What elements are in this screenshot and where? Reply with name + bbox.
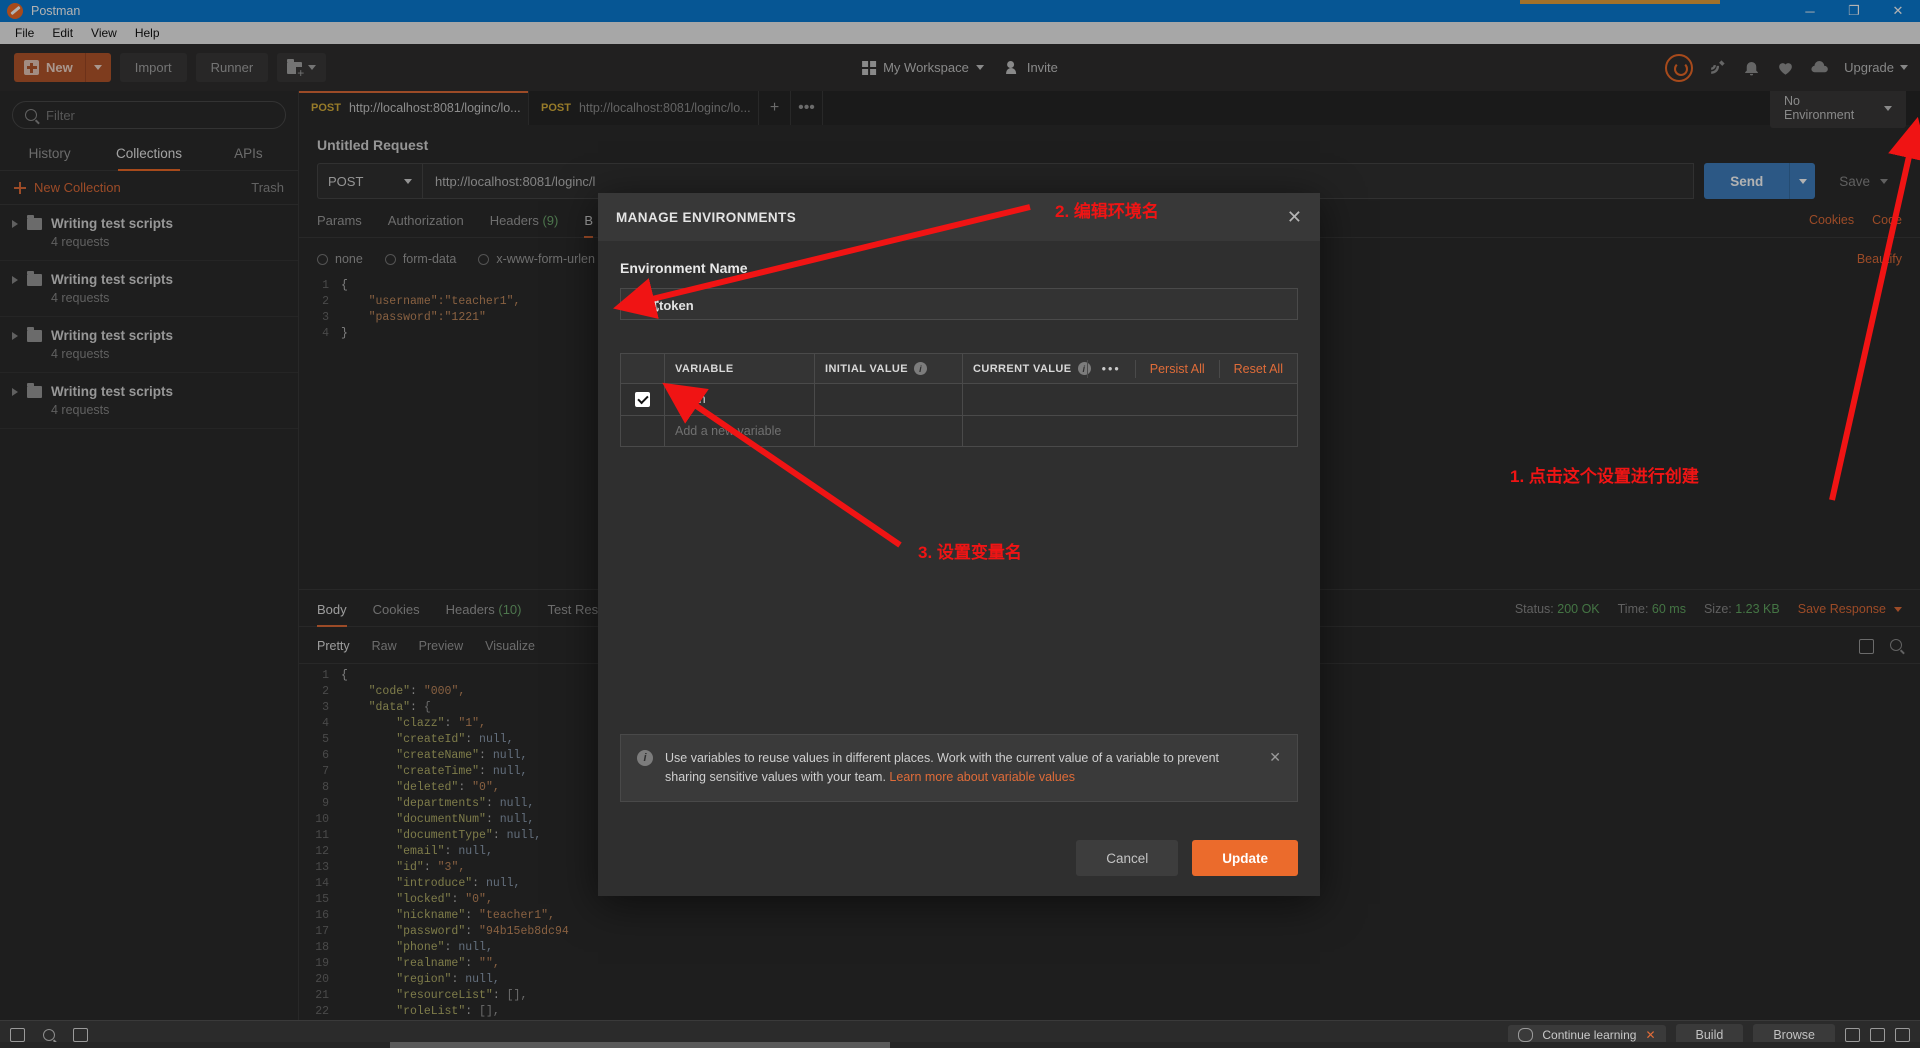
cancel-button[interactable]: Cancel (1076, 840, 1179, 876)
variable-name[interactable]: token (675, 392, 706, 406)
continue-learning-label: Continue learning (1542, 1027, 1637, 1042)
annotation-1: 1. 点击这个设置进行创建 (1510, 467, 1699, 486)
sidebar-toggle-icon[interactable] (10, 1027, 25, 1042)
column-variable: VARIABLE (665, 354, 815, 383)
info-banner: i Use variables to reuse values in diffe… (620, 734, 1298, 802)
column-current-value-label: CURRENT VALUE (973, 362, 1072, 375)
close-icon[interactable]: ✕ (1269, 749, 1281, 766)
table-row[interactable]: Add a new variable (621, 416, 1297, 447)
info-icon[interactable]: i (914, 362, 928, 375)
fullscreen-icon[interactable] (1895, 1027, 1910, 1042)
table-header-row: VARIABLE INITIAL VALUE i CURRENT VALUE i… (621, 354, 1297, 384)
search-icon[interactable] (43, 1028, 55, 1041)
more-options-icon[interactable]: ••• (1086, 359, 1135, 378)
close-icon[interactable]: ✕ (1645, 1028, 1655, 1042)
close-icon[interactable]: ✕ (1287, 208, 1302, 226)
row-checkbox[interactable] (621, 416, 665, 446)
annotation-3: 3. 设置变量名 (918, 543, 1022, 562)
grid-view-icon[interactable] (1845, 1027, 1860, 1042)
modal-title: MANAGE ENVIRONMENTS (616, 209, 797, 225)
column-select (621, 354, 665, 383)
table-header-actions: ••• Persist All Reset All (1086, 354, 1297, 383)
add-new-variable-placeholder[interactable]: Add a new variable (675, 424, 781, 438)
update-button[interactable]: Update (1192, 840, 1298, 876)
learn-more-link[interactable]: Learn more about variable values (889, 770, 1075, 784)
table-row[interactable]: token (621, 384, 1297, 416)
status-bar-left (10, 1027, 88, 1042)
console-icon[interactable] (73, 1027, 88, 1042)
modal-header: MANAGE ENVIRONMENTS ✕ (598, 193, 1320, 241)
reset-all-button[interactable]: Reset All (1218, 359, 1297, 378)
layout-icon[interactable] (1870, 1027, 1885, 1042)
column-initial-value-label: INITIAL VALUE (825, 362, 909, 375)
environment-name-label: Environment Name (620, 260, 748, 276)
info-icon: i (637, 750, 653, 766)
column-initial-value: INITIAL VALUE i (815, 354, 963, 383)
modal-body: Environment Name 测试token VARIABLE INITIA… (598, 241, 1320, 820)
horizontal-scrollbar[interactable] (0, 1042, 1920, 1048)
environment-name-input[interactable]: 测试token (620, 288, 1298, 320)
row-checkbox[interactable] (621, 384, 665, 415)
persist-all-button[interactable]: Persist All (1134, 359, 1219, 378)
postman-app-window: Postman ─ ❐ ✕ File Edit View Help New Im… (0, 0, 1920, 1048)
annotation-2: 2. 编辑环境名 (1055, 202, 1159, 221)
variables-table: VARIABLE INITIAL VALUE i CURRENT VALUE i… (620, 353, 1298, 447)
modal-footer: Cancel Update (598, 820, 1320, 896)
checkbox-checked-icon[interactable] (635, 392, 650, 407)
bookmark-icon (1518, 1027, 1534, 1042)
scrollbar-thumb[interactable] (390, 1042, 890, 1048)
info-banner-text: Use variables to reuse values in differe… (665, 749, 1257, 787)
